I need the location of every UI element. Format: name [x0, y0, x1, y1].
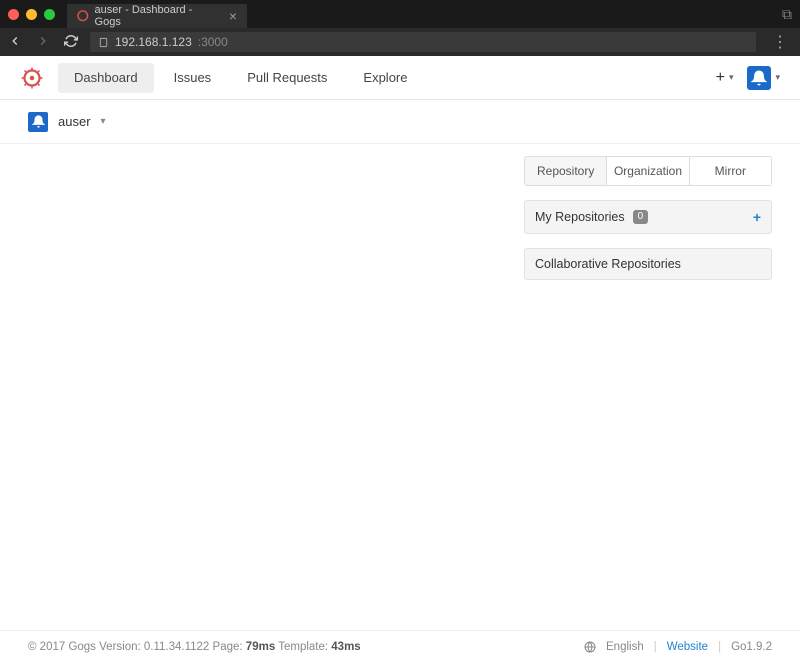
footer-version-label: Version: [99, 641, 144, 653]
nav-pull-requests[interactable]: Pull Requests [231, 63, 343, 93]
go-version: Go1.9.2 [731, 641, 772, 653]
panel-title: My Repositories [535, 210, 625, 224]
create-menu[interactable]: + ▾ [716, 69, 734, 87]
tab-title: auser - Dashboard - Gogs [95, 4, 217, 28]
panel-title: Collaborative Repositories [535, 257, 681, 271]
add-repo-button[interactable]: + [753, 209, 761, 225]
nav-explore[interactable]: Explore [347, 63, 423, 93]
repo-count-badge: 0 [633, 210, 649, 224]
right-sidebar: Repository Organization Mirror My Reposi… [524, 156, 772, 294]
nav-label: Issues [174, 70, 212, 85]
user-menu[interactable]: ▾ [747, 66, 780, 90]
sidebar-tabs: Repository Organization Mirror [524, 156, 772, 186]
tab-label: Repository [537, 164, 594, 178]
window-maximize-icon[interactable] [44, 9, 55, 20]
url-host: 192.168.1.123 [115, 35, 192, 49]
browser-menu-icon[interactable]: ⋮ [768, 32, 792, 52]
chevron-down-icon: ▾ [775, 72, 780, 83]
footer-version: 0.11.34.1122 [144, 641, 209, 653]
tab-close-icon[interactable]: × [229, 8, 237, 24]
footer-right: English | Website | Go1.9.2 [584, 641, 772, 653]
main-content: Repository Organization Mirror My Reposi… [0, 144, 800, 306]
context-switch-bar: auser ▾ [0, 100, 800, 144]
my-repositories-panel: My Repositories 0 + [524, 200, 772, 234]
nav-issues[interactable]: Issues [158, 63, 228, 93]
nav-label: Explore [363, 70, 407, 85]
nav-reload-icon[interactable] [64, 34, 78, 51]
url-input[interactable]: 192.168.1.123 :3000 [90, 32, 756, 52]
tab-favicon-icon [77, 10, 89, 22]
footer-left: © 2017 Gogs Version: 0.11.34.1122 Page: … [28, 641, 361, 653]
context-username[interactable]: auser [58, 114, 91, 129]
separator: | [654, 641, 657, 653]
footer-template-label: Template: [278, 641, 331, 653]
page-info-icon [98, 37, 109, 48]
chevron-down-icon: ▾ [729, 72, 734, 83]
tab-mirror[interactable]: Mirror [689, 157, 771, 185]
language-switch[interactable]: English [606, 641, 644, 653]
window-close-icon[interactable] [8, 9, 19, 20]
user-avatar-icon [747, 66, 771, 90]
footer-copyright: © 2017 Gogs [28, 641, 99, 653]
separator: | [718, 641, 721, 653]
browser-tab-bar: auser - Dashboard - Gogs × ⧉ [0, 0, 800, 28]
browser-tab[interactable]: auser - Dashboard - Gogs × [67, 4, 247, 28]
url-port: :3000 [198, 35, 228, 49]
nav-label: Dashboard [74, 70, 138, 85]
tab-organization[interactable]: Organization [606, 157, 688, 185]
tab-repository[interactable]: Repository [525, 157, 606, 185]
website-link[interactable]: Website [667, 641, 708, 653]
gogs-logo-icon[interactable] [20, 66, 44, 90]
footer-page-label: Page: [213, 641, 246, 653]
browser-chrome: auser - Dashboard - Gogs × ⧉ 192.168.1.1… [0, 0, 800, 56]
footer-template-time: 43ms [331, 641, 360, 653]
tab-label: Organization [614, 164, 682, 178]
window-minimize-icon[interactable] [26, 9, 37, 20]
nav-label: Pull Requests [247, 70, 327, 85]
incognito-icon: ⧉ [782, 6, 792, 23]
app-footer: © 2017 Gogs Version: 0.11.34.1122 Page: … [0, 630, 800, 663]
context-avatar-icon [28, 112, 48, 132]
nav-dashboard[interactable]: Dashboard [58, 63, 154, 93]
app-top-nav: Dashboard Issues Pull Requests Explore +… [0, 56, 800, 100]
collaborative-repositories-panel: Collaborative Repositories [524, 248, 772, 280]
window-controls [8, 9, 55, 20]
tab-label: Mirror [715, 164, 746, 178]
nav-forward-icon [36, 34, 50, 51]
nav-back-icon[interactable] [8, 34, 22, 51]
chevron-down-icon[interactable]: ▾ [101, 116, 106, 127]
globe-icon [584, 641, 596, 653]
plus-icon: + [716, 69, 725, 87]
activity-feed [28, 156, 524, 294]
browser-address-bar: 192.168.1.123 :3000 ⋮ [0, 28, 800, 56]
footer-page-time: 79ms [246, 641, 275, 653]
